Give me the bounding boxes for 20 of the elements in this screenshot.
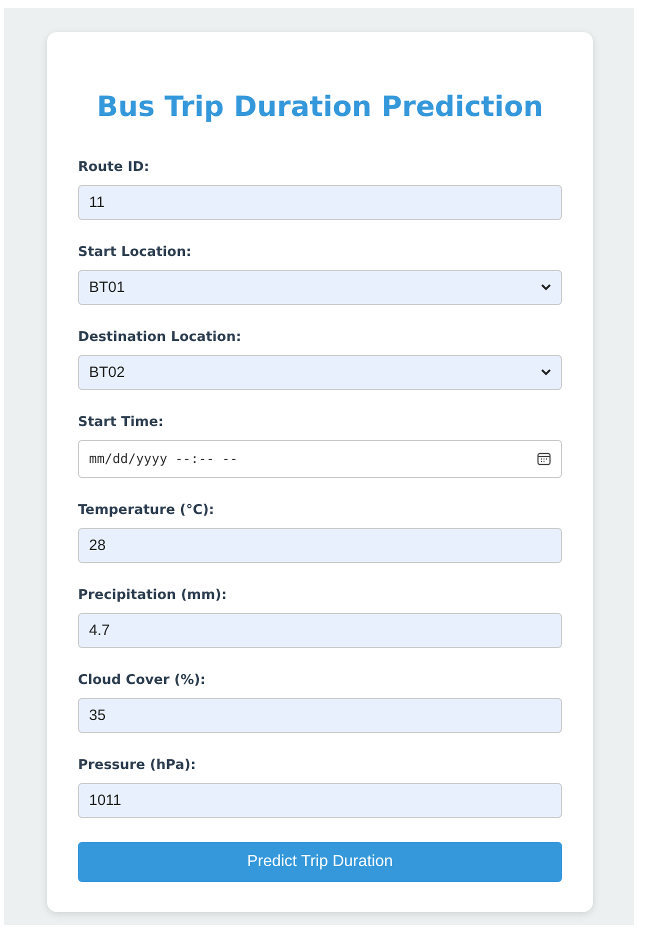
field-label: Precipitation (mm):: [78, 587, 228, 603]
chevron-icon: [541, 284, 551, 291]
field-label: Temperature (°C):: [78, 502, 216, 518]
field-label: Start Time:: [78, 414, 165, 430]
dropdown[interactable]: BT01: [78, 270, 562, 305]
input-field[interactable]: 4.7: [78, 613, 562, 648]
datetime-field[interactable]: mm/dd/yyyy --:-- --: [78, 440, 562, 478]
input-field[interactable]: 28: [78, 528, 562, 563]
input-field[interactable]: 35: [78, 698, 562, 733]
field-label: Cloud Cover (%):: [78, 672, 207, 688]
field-label: Route ID:: [78, 159, 150, 175]
input-field[interactable]: 11: [78, 185, 562, 220]
field-label: Destination Location:: [78, 329, 242, 345]
field-label: Pressure (hPa):: [78, 757, 197, 773]
calendar-icon[interactable]: [537, 452, 551, 466]
chevron-icon: [541, 369, 551, 376]
page-title: Bus Trip Duration Prediction: [96, 90, 544, 123]
dropdown[interactable]: BT02: [78, 355, 562, 390]
field-label: Start Location:: [78, 244, 192, 260]
input-field[interactable]: 1011: [78, 783, 562, 818]
